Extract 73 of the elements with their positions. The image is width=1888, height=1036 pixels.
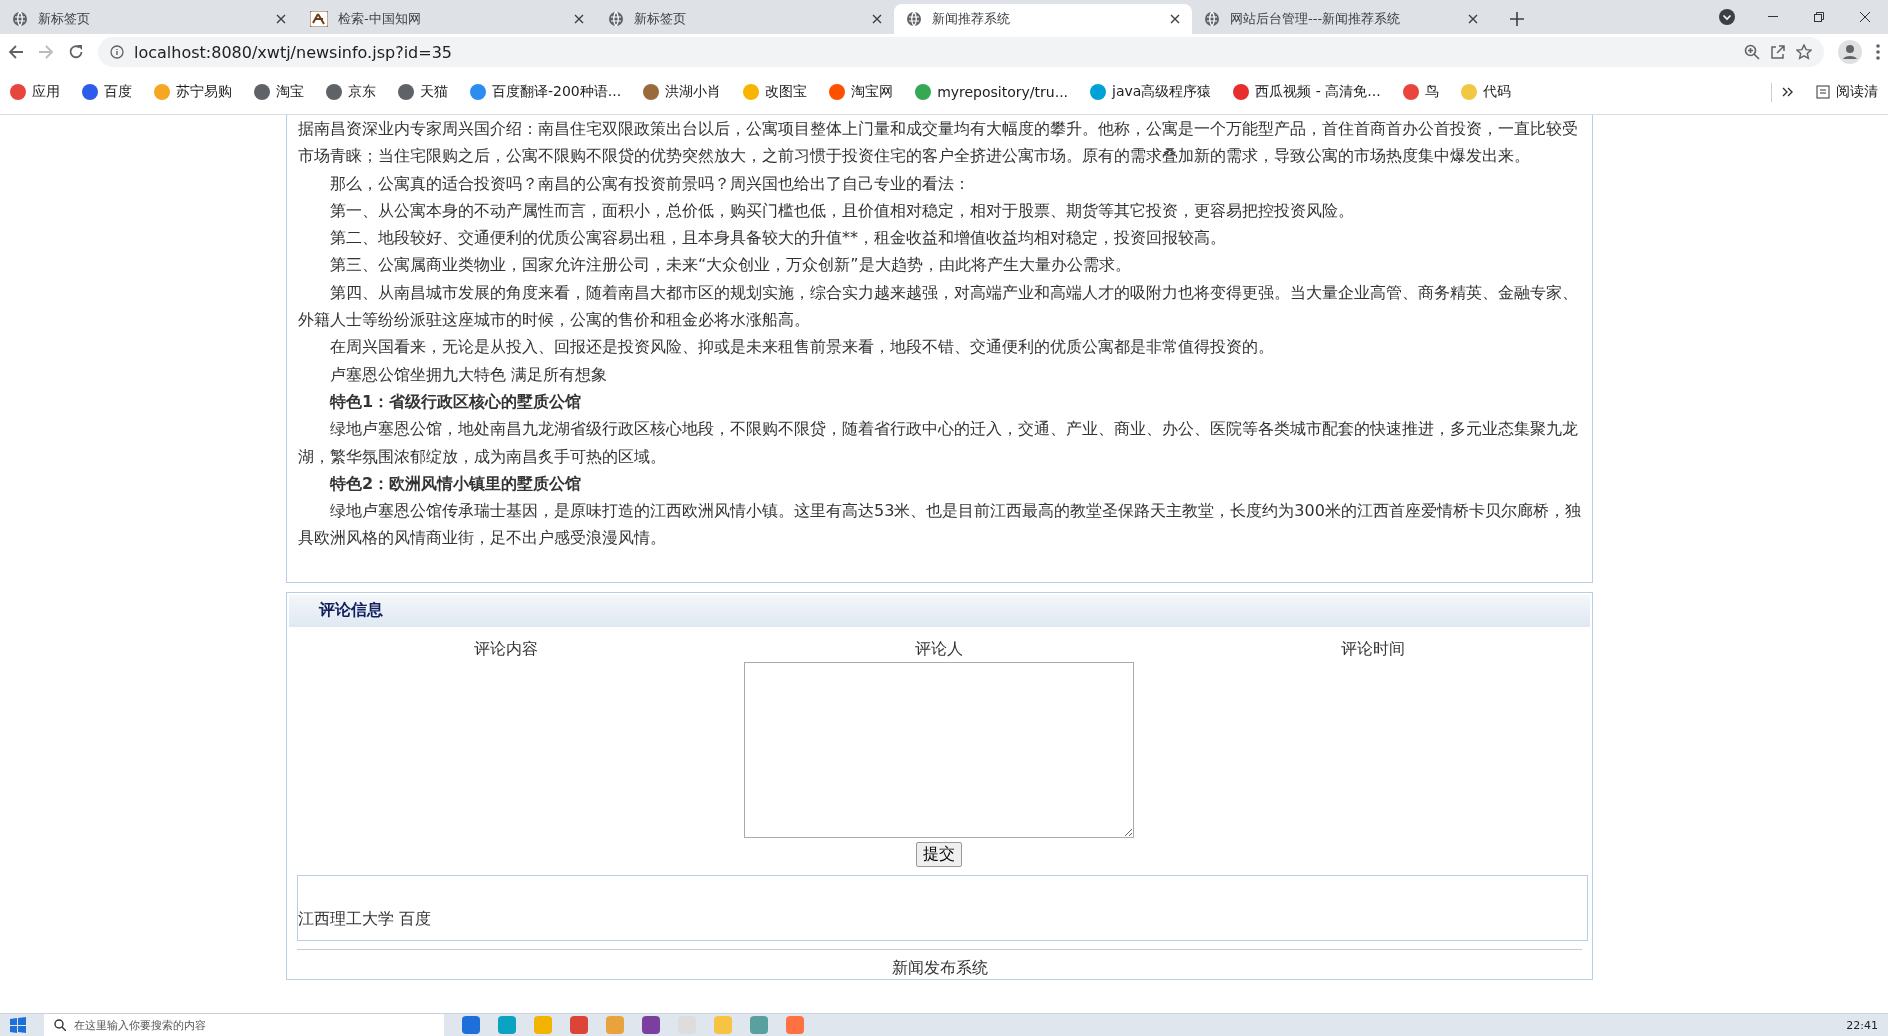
comment-input-field[interactable] [744,661,1135,838]
star-icon[interactable] [1796,44,1812,60]
article-paragraph: 据南昌资深业内专家周兴国介绍：南昌住宅双限政策出台以后，公寓项目整体上门量和成交量均有大幅度的攀升。他称，公寓是一个万能型产品，首住首商首办公首投资，一直比较受市场青睐；当住宅限购之后，公寓不限购不限贷的优势突然放大，之前习惯于投资住宅的客户全挤进公寓市场。原有的需求叠加新的需求，导致公寓的市场热度集中爆发出来。 [298,118,1579,168]
taskbar-search-field[interactable]: 在这里输入你要搜索的内容 [44,1014,444,1036]
reading-list-icon [1816,85,1830,99]
bookmark[interactable]: 百度 [82,83,132,101]
article-paragraph: 绿地卢塞恩公馆，地处南昌九龙湖省级行政区核心地段，不限购不限贷，随着省行政中心的迁入，交通、产业、商业、办公、医院等各类城市配套的快速推进，多元业态集聚九龙湖，繁华氛围浓郁绽放，成为南昌炙手可热的区域。 [298,418,1579,468]
close-icon[interactable] [1860,12,1870,22]
close-icon[interactable] [1468,14,1478,24]
close-icon[interactable] [276,14,286,24]
bookmark[interactable]: 淘宝网 [829,83,894,101]
article-paragraph: 第三、公寓属商业类物业，国家允许注册公司，未来“大众创业，万众创新”是大趋势，由此将产生大量办公需求。 [329,254,1132,277]
globe-icon [608,11,624,27]
restore-icon[interactable] [1814,12,1824,22]
bookmark[interactable]: 改图宝 [743,83,808,101]
browser-tab[interactable]: 新标签页 [596,4,894,34]
article-paragraph: 那么，公寓真的适合投资吗？南昌的公寓有投资前景吗？周兴国也给出了自己专业的看法： [329,172,971,195]
share-icon[interactable] [1770,44,1786,60]
submit-button[interactable]: 提交 [916,841,963,867]
bookmark[interactable]: 鸟 [1402,83,1439,101]
article-paragraph: 卢塞恩公馆坐拥九大特色 满足所有想象 [329,363,609,386]
article-paragraph: 第四、从南昌城市发展的角度来看，随着南昌大都市区的规划实施，综合实力越来越强，对高端产业和高端人才的吸附力也将变得更强。当大量企业高管、商务精英、金融专家、外籍人士等纷纷派驻这座城市的时候，公寓的售价和租金必将水涨船高。 [298,281,1579,332]
bookmark[interactable]: 天猫 [398,83,448,101]
back-icon[interactable] [8,44,24,60]
browser-tab[interactable]: 检索-中国知网 [298,4,596,34]
dropdown-icon[interactable] [1719,9,1735,25]
comments-header: 评论信息 [289,594,1590,627]
comment-entry: 江西理工大学 百度 [297,874,1588,941]
address-bar[interactable]: localhost:8080/xwtj/newsinfo.jsp?id=35 [98,37,1824,67]
bookmark[interactable]: 淘宝 [254,83,304,101]
globe-icon [906,11,922,27]
taskbar-app-icon[interactable] [642,1016,660,1034]
article-paragraph: 绿地卢塞恩公馆传承瑞士基因，是原味打造的江西欧洲风情小镇。这里有高达53米、也是目前江西最高的教堂圣保路天主教堂，长度约为300米的江西首座爱情桥卡贝尔廊桥，独具欧洲风格的风情商业街，足不出户感受浪漫风情。 [298,500,1582,550]
bookmark[interactable]: 代码 [1460,83,1511,101]
reload-icon[interactable] [68,44,84,60]
bookmark[interactable]: myrepository/tru... [915,84,1069,100]
bookmark[interactable]: 应用 [10,83,60,101]
article-subheading: 特色2：欧洲风情小镇里的墅质公馆 [329,472,583,495]
address-text: localhost:8080/xwtj/newsinfo.jsp?id=35 [134,42,452,62]
bookmark[interactable]: 西瓜视频 - 高清免... [1233,83,1381,101]
info-icon[interactable] [110,45,124,59]
windows-start-icon[interactable] [10,1017,26,1033]
reading-list-link[interactable]: 阅读清 [1836,83,1878,101]
minimize-icon[interactable] [1768,16,1778,18]
logo-icon [310,11,328,27]
column-header: 评论内容 [473,638,538,660]
plus-icon[interactable] [1510,12,1524,26]
taskbar-app-icon[interactable] [462,1016,480,1034]
globe-icon [12,11,28,27]
footer-text: 新闻发布系统 [891,957,988,977]
close-icon[interactable] [1170,14,1180,24]
browser-tab[interactable]: 网站后台管理---新闻推荐系统 [1192,4,1490,34]
bookmark[interactable]: 苏宁易购 [154,83,232,101]
browser-tab[interactable]: 新标签页 [0,4,298,34]
browser-tab[interactable]: 新闻推荐系统 [894,4,1192,34]
zoom-icon[interactable] [1744,44,1760,60]
article-paragraph: 第一、从公寓本身的不动产属性而言，面积小，总价低，购买门槛也低，且价值相对稳定，相对于股票、期货等其它投资，更容易把控投资风险。 [329,199,1355,222]
clock-text: 22:41 [1846,1018,1878,1032]
menu-icon[interactable] [1876,44,1880,60]
article-subheading: 特色1：省级行政区核心的墅质公馆 [329,390,583,413]
article-paragraph: 第二、地段较好、交通便利的优质公寓容易出租，且本身具备较大的升值**，租金收益和增值收益均相对稳定，投资回报较高。 [329,227,1227,250]
bookmark[interactable]: 京东 [326,83,376,101]
column-header: 评论时间 [1341,638,1406,660]
bookmark[interactable]: 百度翻译-200种语... [470,83,622,101]
bookmark[interactable]: java高级程序猿 [1090,83,1212,101]
close-icon[interactable] [872,14,882,24]
column-header: 评论人 [915,638,964,660]
close-icon[interactable] [574,14,584,24]
bookmark[interactable]: 洪湖小肖 [643,83,722,101]
search-icon [54,1019,66,1031]
avatar-icon[interactable] [1838,40,1862,64]
article-paragraph: 在周兴国看来，无论是从投入、回报还是投资风险、抑或是未来租售前景来看，地段不错、交通便利的优质公寓都是非常值得投资的。 [329,336,1275,359]
globe-icon [1204,11,1220,27]
